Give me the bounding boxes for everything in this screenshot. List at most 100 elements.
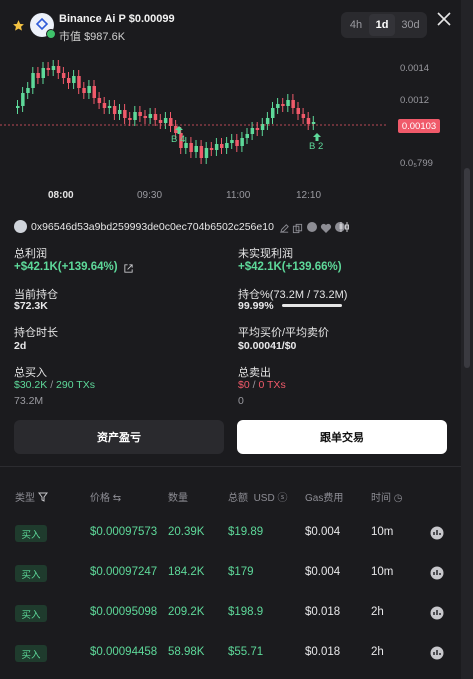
row-qty: 184.2K <box>168 566 205 578</box>
table-row[interactable]: 买入 $0.00095098 209.2K $198.9 $0.018 2h <box>0 592 461 632</box>
timeframe-4h[interactable]: 4h <box>343 14 369 36</box>
table-row[interactable]: 买入 $0.00097573 20.39K $19.89 $0.004 10m <box>0 512 461 552</box>
chain-badge-icon <box>46 29 56 39</box>
clock-icon: ◷ <box>393 493 403 504</box>
column-header-qty[interactable]: 数量 <box>168 489 188 504</box>
total-sell-amount: 0 <box>238 395 244 407</box>
candle <box>31 73 35 88</box>
candle <box>225 143 229 148</box>
candle <box>133 112 137 120</box>
pnl-button[interactable]: 资产盈亏 <box>14 420 224 454</box>
column-header-time[interactable]: 时间 ◷ <box>371 489 403 504</box>
candle <box>67 78 71 83</box>
column-header-total[interactable]: 总额 USD ⓢ <box>228 489 287 504</box>
timeframe-30d[interactable]: 30d <box>396 14 425 36</box>
candle <box>209 148 214 150</box>
copy-icon[interactable] <box>292 221 303 239</box>
x-tick-label: 09:30 <box>137 190 163 201</box>
chart-candles-icon[interactable] <box>338 220 350 238</box>
candle <box>235 140 239 146</box>
y-tick-label: 0.0₅799 <box>400 158 433 169</box>
buy-tag: 买入 <box>15 565 47 582</box>
total-buy-value: $30.2K <box>14 379 48 391</box>
token-price: $0.00099 <box>128 13 175 25</box>
market-cap-value: $987.6K <box>84 31 126 43</box>
separator: / <box>252 379 256 391</box>
buy-tag: 买入 <box>15 525 47 542</box>
candle <box>163 118 168 123</box>
candle <box>265 118 270 124</box>
close-icon[interactable] <box>437 12 451 31</box>
candle <box>311 122 316 124</box>
copy-trade-button[interactable]: 跟单交易 <box>237 420 447 454</box>
scrollbar[interactable] <box>461 0 473 679</box>
candle <box>143 116 147 118</box>
row-time: 2h <box>371 646 384 658</box>
total-buy-label: 总买入 <box>14 367 47 379</box>
candle <box>128 118 132 120</box>
candle <box>16 106 20 108</box>
candle <box>46 68 51 70</box>
column-header-type[interactable]: 类型 <box>15 489 35 504</box>
candle <box>245 134 249 138</box>
holding-pct-value: 99.99% <box>238 300 274 312</box>
divider <box>0 466 461 467</box>
candle <box>214 144 219 150</box>
timeframe-1d[interactable]: 1d <box>369 14 395 36</box>
candle <box>87 86 91 93</box>
total-buy-amount: 73.2M <box>14 395 44 407</box>
tx-explorer-icon[interactable] <box>430 566 444 585</box>
row-qty: 209.2K <box>168 606 205 618</box>
total-profit-value: +$42.1K(+139.64%) <box>14 261 118 273</box>
candle <box>199 146 204 158</box>
x-tick-label: 11:00 <box>226 190 251 201</box>
row-price: $0.00095098 <box>90 606 158 618</box>
total-buy-txs: 290 TXs <box>56 379 95 391</box>
candle <box>21 93 25 106</box>
candle <box>51 66 56 70</box>
column-header-gas: Gas费用 <box>305 493 344 504</box>
candle <box>276 104 280 108</box>
row-gas: $0.018 <box>305 606 341 618</box>
tx-explorer-icon[interactable] <box>430 646 444 665</box>
current-price-tag: 0.00103 <box>398 119 440 133</box>
heart-icon[interactable] <box>320 221 332 239</box>
edit-icon[interactable] <box>279 221 290 239</box>
unrealized-profit-label: 未实现利润 <box>238 248 293 260</box>
row-price: $0.00097247 <box>90 566 158 578</box>
tx-explorer-icon[interactable] <box>430 606 444 625</box>
y-tick-label: 0.0014 <box>400 63 430 74</box>
candle <box>123 110 127 118</box>
candle <box>102 103 107 108</box>
candle <box>204 148 209 158</box>
avg-price-value: $0.00041/$0 <box>238 340 297 352</box>
candle <box>56 66 61 73</box>
table-row[interactable]: 买入 $0.00097247 184.2K $179 $0.004 10m <box>0 552 461 592</box>
buy-tag: 买入 <box>15 605 47 622</box>
avg-price-label: 平均买价/平均卖价 <box>238 327 330 339</box>
candle <box>26 88 30 93</box>
favorite-star-icon[interactable] <box>12 19 25 37</box>
y-tick-label: 0.0012 <box>400 95 430 106</box>
row-total: $198.9 <box>228 606 264 618</box>
row-price: $0.00097573 <box>90 526 158 538</box>
candle <box>230 140 234 143</box>
candle <box>41 68 45 78</box>
filter-icon[interactable] <box>38 489 48 507</box>
candle <box>118 110 122 114</box>
buy-marker-label: B 4 <box>171 134 186 145</box>
table-row[interactable]: 买入 $0.00094458 58.98K $55.71 $0.018 2h <box>0 632 461 672</box>
duration-label: 持仓时长 <box>14 327 58 339</box>
x-tick-label: 12:10 <box>296 190 322 201</box>
price-chart[interactable] <box>0 48 461 208</box>
buy-marker-label: B 2 <box>309 141 324 152</box>
wallet-address[interactable]: 0x96546d53a9bd259993de0c0ec704b6502c256e… <box>31 221 274 233</box>
external-link-icon[interactable] <box>123 261 134 279</box>
row-total: $179 <box>228 566 254 578</box>
candle <box>306 118 311 124</box>
tx-explorer-icon[interactable] <box>430 526 444 545</box>
scrollbar-thumb[interactable] <box>464 168 470 368</box>
column-header-price[interactable]: 价格 ⇆ <box>90 489 121 504</box>
wallet-label-icon[interactable] <box>306 220 318 238</box>
candle <box>92 86 96 98</box>
